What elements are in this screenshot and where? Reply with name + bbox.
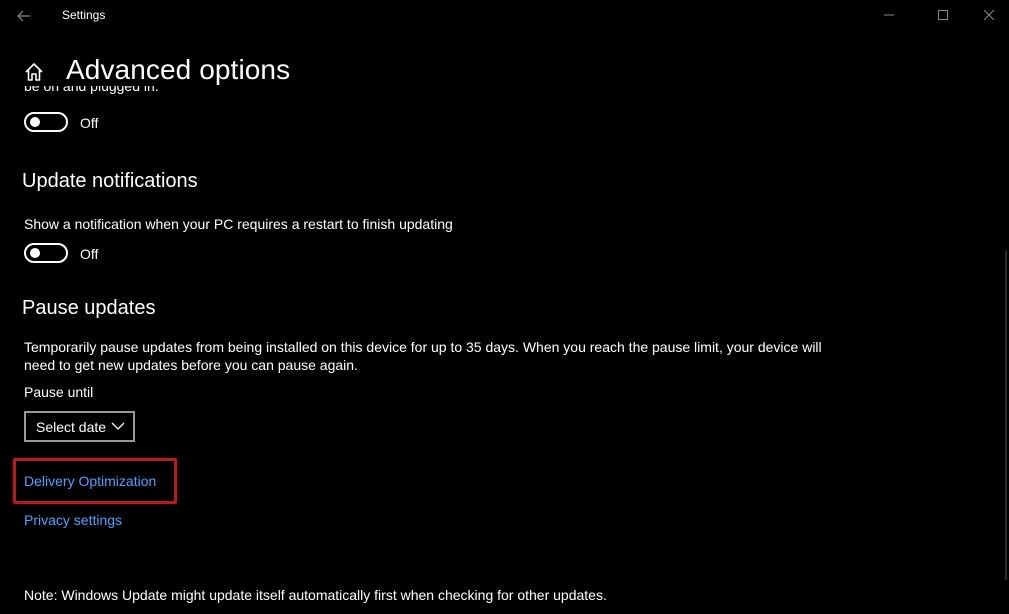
pause-until-select-value: Select date (36, 418, 107, 435)
home-button[interactable] (22, 60, 46, 84)
minimize-icon (884, 14, 894, 16)
restart-description-text: be on and plugged in. (24, 86, 159, 94)
scrollbar[interactable] (1005, 250, 1007, 580)
privacy-settings-link[interactable]: Privacy settings (24, 512, 122, 528)
close-button[interactable] (966, 0, 1009, 30)
footer-note: Note: Windows Update might update itself… (24, 587, 607, 603)
pause-updates-description-line1: Temporarily pause updates from being ins… (24, 339, 822, 355)
page-title: Advanced options (66, 54, 291, 85)
close-icon (984, 10, 994, 20)
pause-updates-description-line2: need to get new updates before you can p… (24, 357, 358, 373)
maximize-icon (938, 10, 948, 20)
minimize-button[interactable] (866, 0, 912, 30)
restart-toggle[interactable] (24, 112, 68, 132)
settings-window: Settings Advanced options be on and plug… (0, 0, 1009, 614)
update-notifications-toggle[interactable] (24, 243, 68, 263)
app-title: Settings (62, 8, 106, 22)
toggle-knob (30, 248, 40, 258)
delivery-optimization-link[interactable]: Delivery Optimization (24, 473, 156, 489)
update-notifications-description: Show a notification when your PC require… (24, 216, 453, 232)
chevron-down-icon (111, 422, 125, 430)
pause-updates-heading: Pause updates (22, 297, 156, 319)
restart-description-clipped: be on and plugged in. (24, 86, 324, 100)
pause-until-label: Pause until (24, 384, 94, 400)
title-bar: Settings (0, 0, 1009, 32)
home-icon (25, 63, 43, 81)
pause-until-select[interactable]: Select date (24, 411, 135, 442)
restart-toggle-state: Off (80, 115, 99, 131)
back-arrow-icon (17, 10, 30, 22)
update-notifications-heading: Update notifications (22, 170, 198, 192)
maximize-button[interactable] (920, 0, 966, 30)
update-notifications-toggle-state: Off (80, 246, 99, 262)
toggle-knob (30, 117, 40, 127)
back-button[interactable] (10, 4, 38, 28)
